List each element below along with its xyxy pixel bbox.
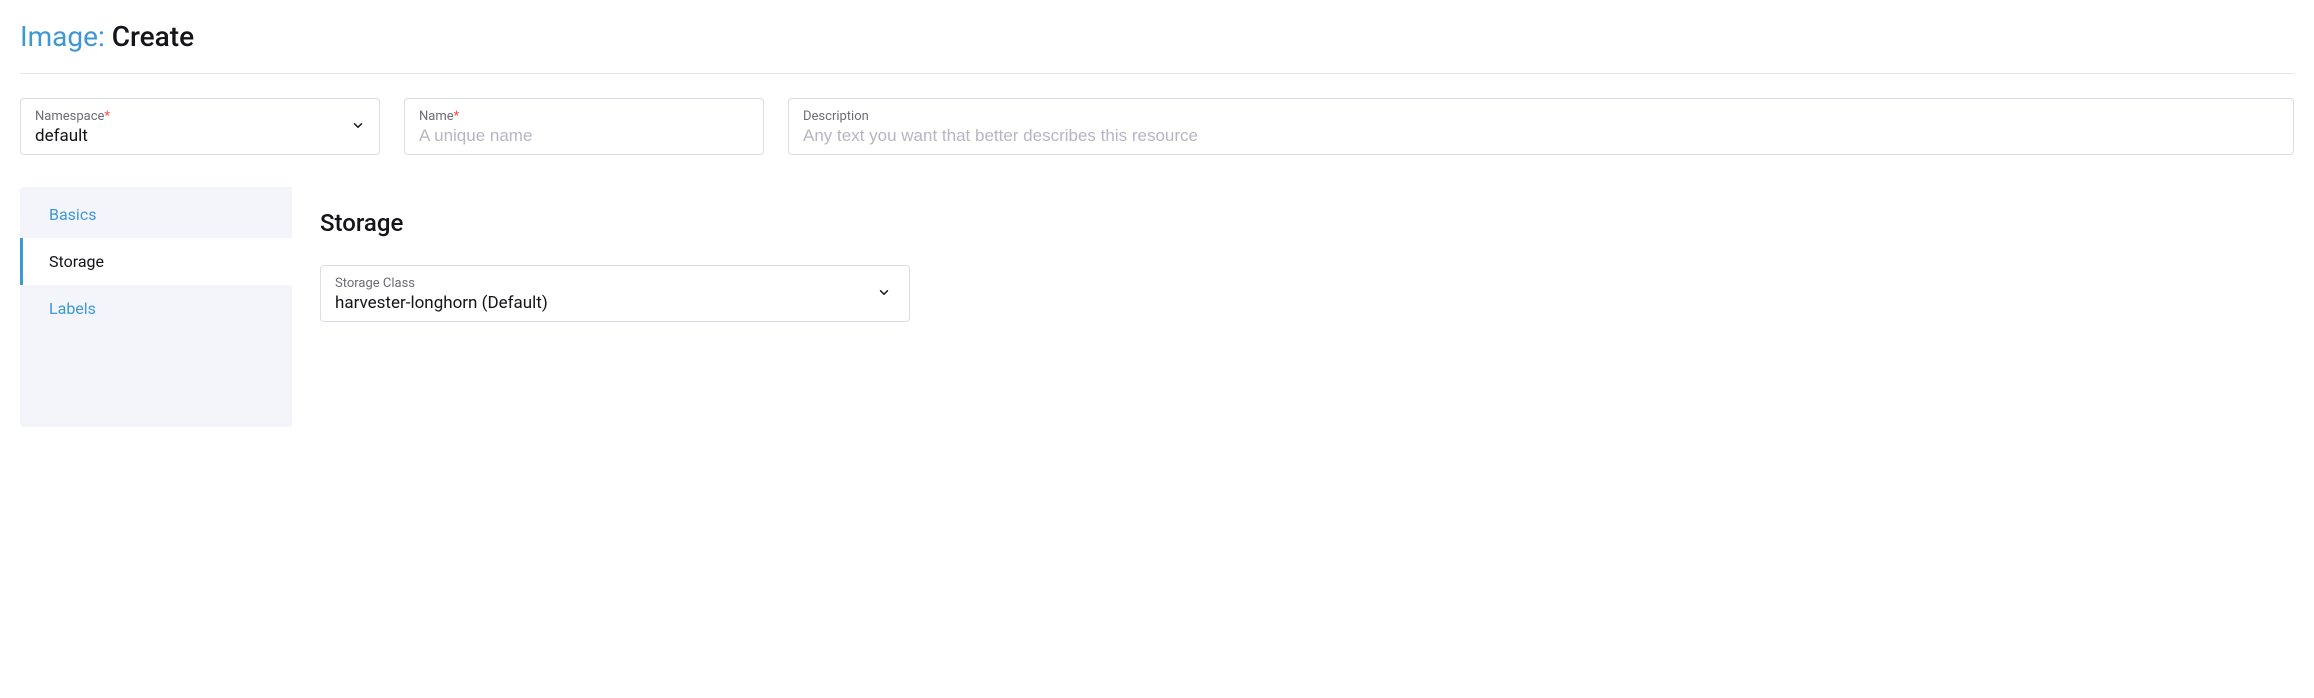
description-input[interactable] [803, 126, 2279, 146]
namespace-label: Namespace* [35, 109, 365, 124]
tab-basics[interactable]: Basics [20, 191, 292, 238]
tab-storage[interactable]: Storage [20, 238, 292, 285]
name-required-mark: * [454, 109, 460, 124]
page-title: Image: Create [20, 20, 2294, 74]
namespace-select[interactable]: Namespace* default [20, 98, 380, 155]
description-label-text: Description [803, 109, 869, 124]
name-input[interactable] [419, 126, 749, 146]
page-title-prefix: Image: [20, 20, 105, 53]
name-label: Name* [419, 109, 749, 124]
side-tabs: Basics Storage Labels [20, 187, 292, 427]
storage-class-label: Storage Class [335, 276, 895, 291]
namespace-required-mark: * [104, 109, 110, 124]
description-label: Description [803, 109, 2279, 124]
tab-content-storage: Storage Storage Class harvester-longhorn… [292, 187, 2294, 427]
description-field[interactable]: Description [788, 98, 2294, 155]
name-field[interactable]: Name* [404, 98, 764, 155]
namespace-label-text: Namespace [35, 109, 104, 124]
main-panel: Basics Storage Labels Storage Storage Cl… [20, 187, 2294, 427]
storage-class-select[interactable]: Storage Class harvester-longhorn (Defaul… [320, 265, 910, 322]
page-title-text: Create [112, 20, 194, 53]
tab-labels[interactable]: Labels [20, 285, 292, 332]
storage-class-value: harvester-longhorn (Default) [335, 293, 895, 313]
name-label-text: Name [419, 109, 454, 124]
storage-heading: Storage [320, 209, 2266, 237]
namespace-value: default [35, 126, 365, 146]
top-form-row: Namespace* default Name* Description [20, 98, 2294, 155]
